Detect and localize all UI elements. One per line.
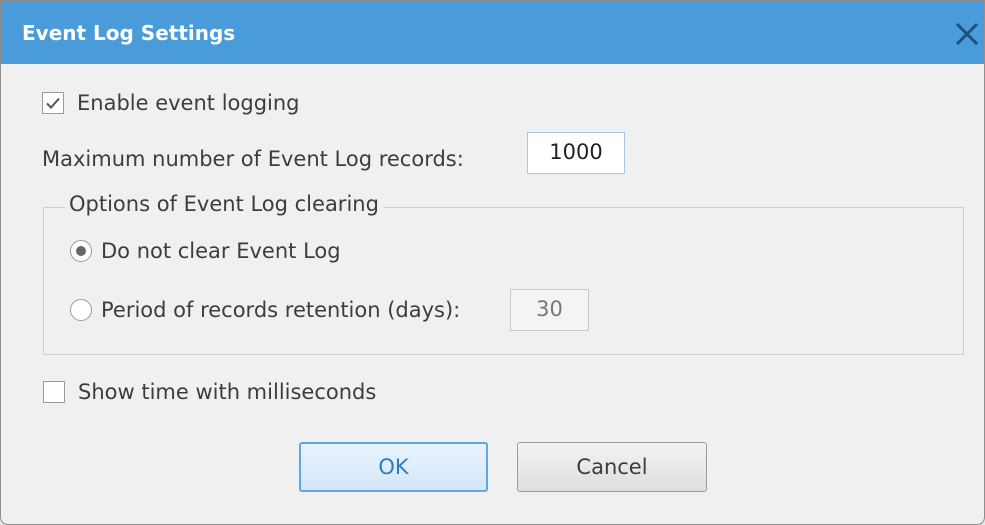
dialog-title: Event Log Settings (22, 21, 236, 45)
enable-logging-checkbox[interactable] (42, 92, 64, 114)
cancel-button[interactable]: Cancel (517, 442, 707, 492)
checkmark-icon (46, 97, 60, 109)
show-milliseconds-label: Show time with milliseconds (78, 380, 377, 404)
show-milliseconds-checkbox[interactable] (43, 381, 65, 403)
enable-logging-label: Enable event logging (77, 91, 300, 115)
do-not-clear-label: Do not clear Event Log (101, 239, 341, 263)
close-icon[interactable] (950, 15, 984, 51)
title-bar: Event Log Settings (1, 1, 984, 64)
event-log-settings-dialog: Event Log Settings Enable event logging … (0, 0, 985, 525)
max-records-label: Maximum number of Event Log records: (42, 147, 464, 171)
radio-retention-period[interactable] (70, 299, 92, 321)
radio-selected-dot (76, 246, 86, 256)
retention-period-label: Period of records retention (days): (101, 298, 461, 322)
max-records-input[interactable]: 1000 (527, 132, 625, 174)
retention-days-input[interactable]: 30 (510, 289, 589, 331)
clearing-options-group (43, 207, 964, 355)
radio-do-not-clear[interactable] (70, 240, 92, 262)
ok-button[interactable]: OK (299, 442, 488, 492)
clearing-options-title: Options of Event Log clearing (65, 191, 383, 217)
